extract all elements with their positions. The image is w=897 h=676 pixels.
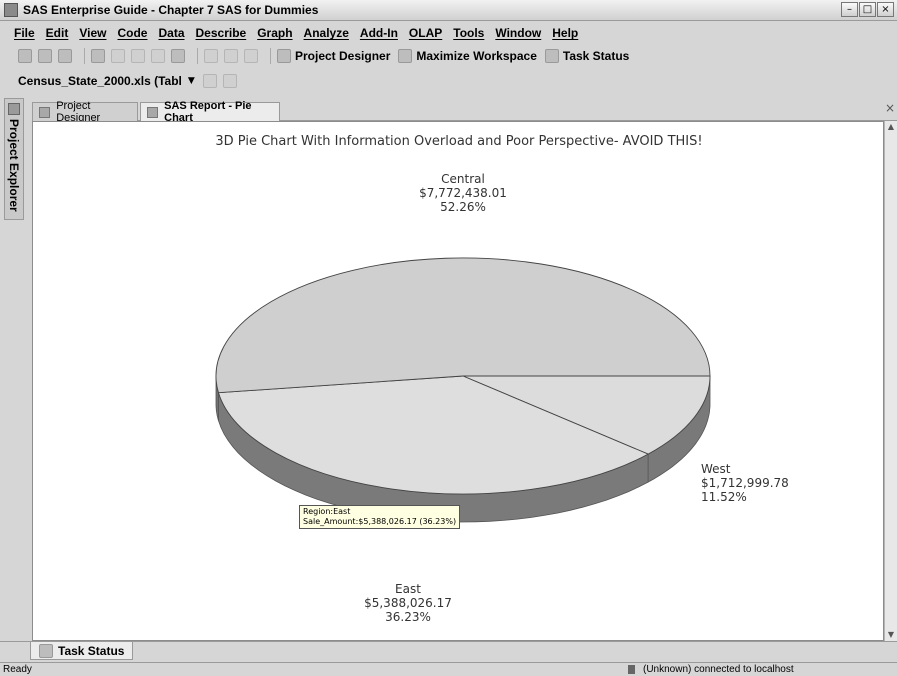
slice-name: Central bbox=[441, 172, 485, 186]
main-toolbar: Project Designer Maximize Workspace Task… bbox=[0, 44, 897, 68]
data-tooltip: Region:East Sale_Amount:$5,388,026.17 (3… bbox=[299, 505, 461, 529]
undo-icon[interactable] bbox=[204, 49, 218, 63]
open-icon[interactable] bbox=[38, 49, 52, 63]
project-explorer-icon bbox=[8, 103, 20, 115]
maximize-workspace-button[interactable]: Maximize Workspace bbox=[398, 49, 537, 63]
minimize-button[interactable]: – bbox=[841, 2, 858, 17]
window-title: SAS Enterprise Guide - Chapter 7 SAS for… bbox=[23, 3, 319, 17]
report-content: 3D Pie Chart With Information Overload a… bbox=[32, 121, 884, 641]
dataset-dropdown-arrow-icon[interactable]: ▼ bbox=[188, 76, 195, 86]
project-designer-icon bbox=[277, 49, 291, 63]
window-controls: – □ × bbox=[841, 2, 894, 17]
menu-tools[interactable]: Tools bbox=[453, 26, 484, 40]
task-status-label: Task Status bbox=[562, 49, 630, 63]
menu-bar: File Edit View Code Data Describe Graph … bbox=[0, 22, 897, 44]
new-icon[interactable] bbox=[18, 49, 32, 63]
slice-amount: $1,712,999.78 bbox=[701, 476, 789, 490]
menu-edit[interactable]: Edit bbox=[46, 26, 69, 40]
project-explorer-label: Project Explorer bbox=[7, 119, 21, 212]
menu-window[interactable]: Window bbox=[495, 26, 541, 40]
slice-percent: 36.23% bbox=[385, 610, 431, 624]
scroll-down-icon[interactable]: ▼ bbox=[885, 629, 897, 641]
task-status-tab-label: Task Status bbox=[58, 643, 125, 658]
menu-describe[interactable]: Describe bbox=[196, 26, 247, 40]
copy-icon[interactable] bbox=[131, 49, 145, 63]
task-status-button[interactable]: Task Status bbox=[544, 49, 630, 63]
slice-label-west: West $1,712,999.78 11.52% bbox=[701, 462, 789, 504]
delete-icon[interactable] bbox=[171, 49, 185, 63]
find-icon[interactable] bbox=[244, 49, 258, 63]
toolbar-separator bbox=[84, 48, 85, 64]
tooltip-amount: Sale_Amount:$5,388,026.17 (36.23%) bbox=[303, 517, 457, 526]
title-bar: SAS Enterprise Guide - Chapter 7 SAS for… bbox=[0, 0, 897, 21]
toolbar-separator bbox=[197, 48, 198, 64]
menu-file[interactable]: File bbox=[14, 26, 35, 40]
project-explorer-panel[interactable]: Project Explorer bbox=[4, 98, 24, 220]
menu-graph[interactable]: Graph bbox=[257, 26, 292, 40]
slice-label-central: Central $7,772,438.01 52.26% bbox=[383, 172, 543, 214]
maximize-workspace-icon bbox=[398, 49, 413, 63]
scroll-up-icon[interactable]: ▲ bbox=[885, 121, 897, 133]
slice-name: West bbox=[701, 462, 731, 476]
toolbar-separator bbox=[270, 48, 271, 64]
tooltip-region: Region:East bbox=[303, 507, 351, 516]
menu-code[interactable]: Code bbox=[117, 26, 147, 40]
menu-olap[interactable]: OLAP bbox=[409, 26, 442, 40]
close-button[interactable]: × bbox=[877, 2, 894, 17]
print-icon[interactable] bbox=[91, 49, 105, 63]
maximize-button[interactable]: □ bbox=[859, 2, 876, 17]
run-icon[interactable] bbox=[202, 74, 217, 88]
menu-view[interactable]: View bbox=[79, 26, 106, 40]
tab-sas-report-pie-chart[interactable]: SAS Report - Pie Chart bbox=[140, 100, 280, 124]
vertical-scrollbar[interactable]: ▲ ▼ bbox=[884, 121, 897, 641]
connection-status: (Unknown) connected to localhost bbox=[628, 663, 794, 676]
menu-add-in[interactable]: Add-In bbox=[360, 26, 398, 40]
document-tabs: Project Designer SAS Report - Pie Chart bbox=[32, 100, 897, 124]
maximize-workspace-label: Maximize Workspace bbox=[416, 49, 537, 63]
bottom-panel: Task Status bbox=[0, 641, 897, 661]
status-text: Ready bbox=[3, 664, 32, 675]
slice-amount: $7,772,438.01 bbox=[419, 186, 507, 200]
pie-slice-central bbox=[215, 257, 711, 394]
slice-label-east: East $5,388,026.17 36.23% bbox=[343, 582, 473, 624]
paste-icon[interactable] bbox=[151, 49, 165, 63]
menu-analyze[interactable]: Analyze bbox=[304, 26, 349, 40]
cut-icon[interactable] bbox=[111, 49, 125, 63]
task-status-tab-icon bbox=[39, 643, 53, 658]
task-status-icon bbox=[544, 49, 559, 63]
redo-icon[interactable] bbox=[224, 49, 238, 63]
server-icon bbox=[628, 665, 635, 674]
project-designer-button[interactable]: Project Designer bbox=[277, 49, 390, 63]
close-tab-icon[interactable]: × bbox=[885, 101, 895, 115]
dataset-combo[interactable]: Census_State_2000.xls (Tabl bbox=[18, 74, 182, 88]
sas-app-icon bbox=[4, 3, 18, 17]
slice-percent: 11.52% bbox=[701, 490, 747, 504]
project-designer-label: Project Designer bbox=[295, 49, 391, 63]
menu-help[interactable]: Help bbox=[552, 26, 578, 40]
tab-project-designer[interactable]: Project Designer bbox=[32, 100, 138, 124]
save-icon[interactable] bbox=[58, 49, 72, 63]
project-designer-tab-icon bbox=[39, 106, 51, 118]
slice-amount: $5,388,026.17 bbox=[364, 596, 452, 610]
menu-data[interactable]: Data bbox=[158, 26, 184, 40]
slice-name: East bbox=[395, 582, 421, 596]
connection-text: (Unknown) connected to localhost bbox=[643, 664, 794, 675]
task-status-tab[interactable]: Task Status bbox=[30, 642, 134, 660]
stop-icon[interactable] bbox=[222, 74, 237, 88]
data-toolbar: Census_State_2000.xls (Tabl ▼ bbox=[0, 70, 897, 92]
report-tab-icon bbox=[147, 106, 159, 118]
status-bar: Ready (Unknown) connected to localhost bbox=[0, 662, 897, 676]
slice-percent: 52.26% bbox=[440, 200, 486, 214]
